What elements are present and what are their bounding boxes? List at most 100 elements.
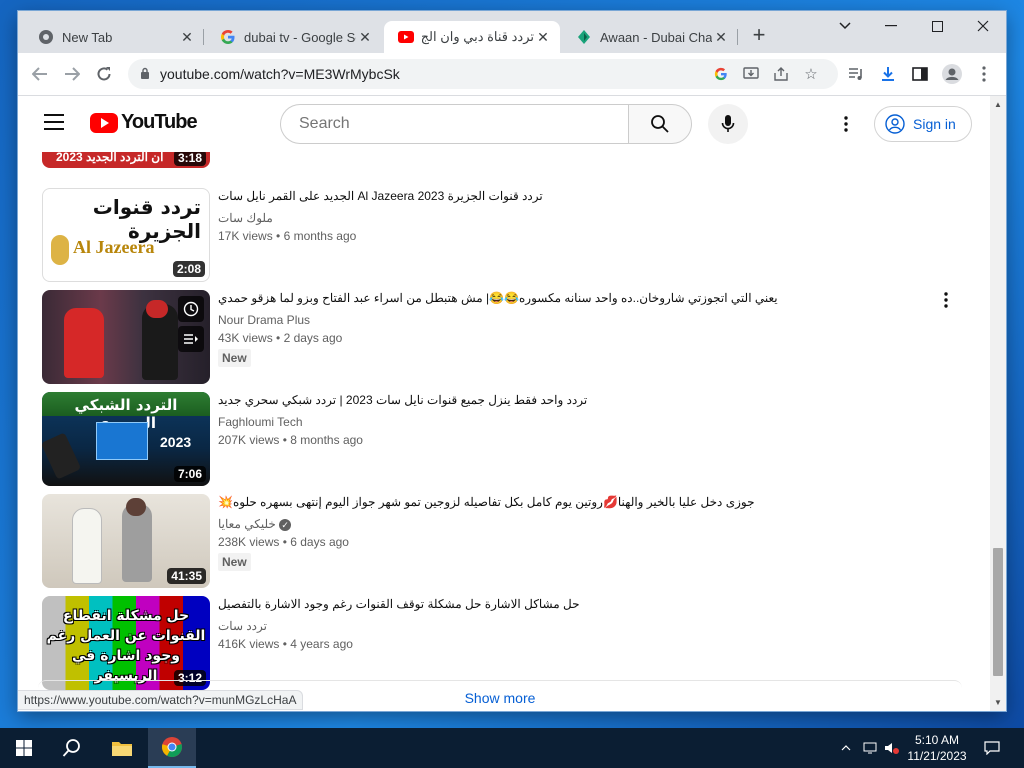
- close-tab-icon[interactable]: ✕: [534, 29, 552, 46]
- tab-new-tab[interactable]: New Tab ✕: [24, 21, 204, 53]
- clock-time: 5:10 AM: [914, 733, 960, 747]
- folder-icon: [112, 742, 132, 756]
- media-control-icon[interactable]: [842, 61, 870, 87]
- chrome-icon: [161, 737, 182, 758]
- video-duration: 2:08: [172, 261, 205, 277]
- browser-window: New Tab ✕ dubai tv - Google Se ✕ تردد قن…: [18, 11, 1006, 711]
- youtube-logo[interactable]: YouTube: [90, 111, 198, 134]
- taskbar-search-button[interactable]: [48, 728, 96, 768]
- list-item[interactable]: حل مشكلة انقطاع القنوات عن العمل رغم وجو…: [42, 596, 972, 690]
- video-title[interactable]: تردد واحد فقط ينزل جميع قنوات نايل سات 2…: [218, 392, 938, 408]
- channel-name[interactable]: Faghloumi Tech: [218, 414, 938, 430]
- list-item[interactable]: تردد قنوات الجزيرة Al Jazeera 2:08 الجدي…: [42, 188, 972, 282]
- tab-youtube-active[interactable]: تردد قناة دبي وان الج ✕: [384, 21, 560, 53]
- minimize-button[interactable]: [868, 11, 914, 41]
- video-stats: 17K views • 6 months ago: [218, 229, 357, 243]
- video-meta: حل مشاكل الاشارة حل مشكلة توقف القنوات ر…: [218, 596, 938, 651]
- thumbnail-subtext: 2023: [160, 434, 192, 450]
- close-tab-icon[interactable]: ✕: [356, 29, 374, 46]
- search-button[interactable]: [628, 104, 692, 144]
- side-panel-icon[interactable]: [906, 61, 934, 87]
- view-count: 238K views: [218, 535, 280, 549]
- add-to-queue-icon[interactable]: [178, 326, 204, 352]
- search-input[interactable]: [297, 114, 601, 134]
- channel-name[interactable]: خليكي معايا ✓: [218, 516, 938, 532]
- network-icon[interactable]: [860, 728, 880, 768]
- maximize-button[interactable]: [914, 11, 960, 41]
- share-icon[interactable]: [770, 64, 792, 84]
- chrome-taskbar-button[interactable]: [148, 728, 196, 768]
- upload-age: 6 days ago: [290, 535, 349, 549]
- channel-name[interactable]: ملوك سات: [218, 210, 938, 226]
- scroll-down-arrow[interactable]: ▼: [994, 698, 1002, 707]
- google-lens-icon[interactable]: [710, 64, 732, 84]
- chrome-menu-icon[interactable]: [970, 61, 998, 87]
- watch-later-icon[interactable]: [178, 296, 204, 322]
- video-title[interactable]: حل مشاكل الاشارة حل مشكلة توقف القنوات ر…: [218, 596, 938, 612]
- search-icon: [62, 739, 80, 757]
- video-meta: 💥جوزى دخل عليا بالخير والهنا💋روتين يوم ك…: [218, 494, 938, 571]
- tab-title: dubai tv - Google Se: [244, 29, 356, 45]
- profile-icon[interactable]: [938, 61, 966, 87]
- thumbnail-figure: [64, 308, 104, 378]
- tab-google-search[interactable]: dubai tv - Google Se ✕: [206, 21, 382, 53]
- video-more-icon[interactable]: [944, 292, 948, 313]
- system-clock[interactable]: 5:10 AM 11/21/2023: [902, 732, 972, 764]
- video-thumbnail[interactable]: [42, 290, 210, 384]
- view-count: 207K views: [218, 433, 280, 447]
- start-button[interactable]: [0, 728, 48, 768]
- new-tab-button[interactable]: +: [748, 24, 770, 47]
- sign-in-button[interactable]: Sign in: [874, 106, 972, 142]
- close-tab-icon[interactable]: ✕: [712, 29, 730, 46]
- video-thumbnail[interactable]: تردد قنوات الجزيرة Al Jazeera 2:08: [42, 188, 210, 282]
- close-window-button[interactable]: [960, 11, 1006, 41]
- video-title[interactable]: 💥جوزى دخل عليا بالخير والهنا💋روتين يوم ك…: [218, 494, 938, 510]
- remote-control-icon: [42, 432, 82, 480]
- thumbnail-text: ان التردد الجديد 2023: [56, 150, 164, 164]
- file-explorer-button[interactable]: [98, 728, 146, 768]
- download-icon[interactable]: [874, 61, 902, 87]
- video-stats: 238K views • 6 days ago: [218, 535, 349, 549]
- list-item[interactable]: التردد الشبكي السحري 2023 7:06 تردد واحد…: [42, 392, 972, 486]
- scrollbar-thumb[interactable]: [993, 548, 1003, 676]
- voice-search-button[interactable]: [708, 104, 748, 144]
- thumbnail-figure: [126, 498, 146, 516]
- video-duration: 7:06: [173, 466, 206, 482]
- video-duration: 3:18: [173, 150, 206, 166]
- youtube-page: YouTube Sign in ان التردد الجديد 2023: [18, 96, 990, 711]
- forward-button[interactable]: [58, 61, 86, 87]
- video-title[interactable]: يعني التي اتجوزتي شاروخان..ده واحد سنانه…: [218, 290, 938, 306]
- volume-muted-icon[interactable]: [882, 728, 902, 768]
- menu-icon[interactable]: [44, 114, 64, 130]
- google-icon: [220, 29, 236, 45]
- tray-overflow-icon[interactable]: [836, 728, 856, 768]
- tab-awaan[interactable]: Awaan - Dubai Chan ✕: [562, 21, 738, 53]
- scroll-up-arrow[interactable]: ▲: [994, 100, 1002, 109]
- video-meta: الجديد على القمر نايل سات Al Jazeera 202…: [218, 188, 938, 243]
- address-bar[interactable]: youtube.com/watch?v=ME3WrMybcSk ☆: [128, 59, 838, 89]
- install-app-icon[interactable]: [740, 64, 762, 84]
- video-thumbnail[interactable]: التردد الشبكي السحري 2023 7:06: [42, 392, 210, 486]
- list-item[interactable]: 41:35 💥جوزى دخل عليا بالخير والهنا💋روتين…: [42, 494, 972, 588]
- channel-name[interactable]: تردد سات: [218, 618, 938, 634]
- video-duration: 41:35: [167, 568, 206, 584]
- channel-name[interactable]: Nour Drama Plus: [218, 312, 938, 328]
- search-icon: [651, 115, 669, 133]
- upload-age: 2 days ago: [283, 331, 343, 345]
- tab-search-button[interactable]: [822, 11, 868, 41]
- browser-toolbar: youtube.com/watch?v=ME3WrMybcSk ☆: [18, 53, 1006, 96]
- settings-more-icon[interactable]: [836, 114, 856, 134]
- bookmark-star-icon[interactable]: ☆: [800, 64, 822, 84]
- reload-button[interactable]: [90, 61, 118, 87]
- video-thumbnail[interactable]: 41:35: [42, 494, 210, 588]
- back-button[interactable]: [26, 61, 54, 87]
- new-badge: New: [218, 553, 251, 571]
- notification-icon[interactable]: [980, 728, 1004, 768]
- page-scrollbar[interactable]: ▲ ▼: [990, 96, 1006, 711]
- video-title[interactable]: الجديد على القمر نايل سات Al Jazeera 202…: [218, 188, 938, 204]
- list-item[interactable]: يعني التي اتجوزتي شاروخان..ده واحد سنانه…: [42, 290, 972, 384]
- new-badge: New: [218, 349, 251, 367]
- close-tab-icon[interactable]: ✕: [178, 29, 196, 46]
- video-thumbnail[interactable]: حل مشكلة انقطاع القنوات عن العمل رغم وجو…: [42, 596, 210, 690]
- youtube-play-icon: [90, 112, 118, 133]
